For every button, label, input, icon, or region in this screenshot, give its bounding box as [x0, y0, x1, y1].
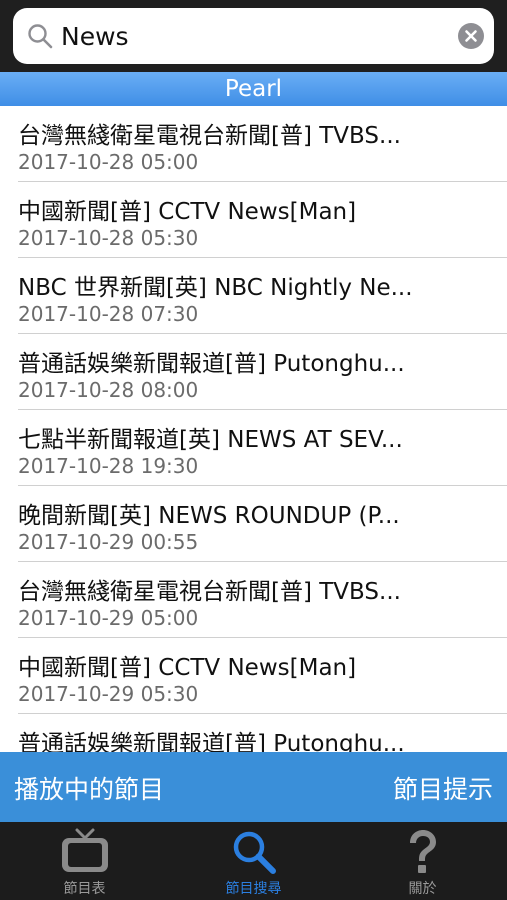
close-icon: [465, 30, 477, 42]
tab-label: 關於: [408, 881, 437, 897]
list-item[interactable]: 七點半新聞報道[英] NEWS AT SEV... 2017-10-28 19:…: [0, 410, 507, 486]
program-time: 2017-10-29 05:30: [18, 682, 199, 706]
program-time: 2017-10-28 08:00: [18, 378, 199, 402]
program-time: 2017-10-28 07:30: [18, 302, 199, 326]
question-icon: [409, 830, 436, 873]
program-time: 2017-10-28 05:00: [18, 150, 199, 174]
program-title: 七點半新聞報道[英] NEWS AT SEV...: [18, 427, 403, 453]
search-icon: [233, 831, 276, 874]
section-header: Pearl: [0, 72, 507, 106]
program-title: 普通話娛樂新聞報道[普] Putonghu...: [18, 731, 405, 752]
list-item[interactable]: 台灣無綫衛星電視台新聞[普] TVBS... 2017-10-28 05:00: [0, 106, 507, 182]
search-bar: [0, 0, 507, 72]
now-playing-button[interactable]: 播放中的節目: [14, 770, 164, 806]
list-item[interactable]: NBC 世界新聞[英] NBC Nightly Ne... 2017-10-28…: [0, 258, 507, 334]
program-time: 2017-10-29 00:55: [18, 530, 199, 554]
tab-about[interactable]: 關於: [338, 822, 507, 900]
clear-search-button[interactable]: [458, 23, 484, 49]
tv-icon: [61, 828, 108, 872]
list-item[interactable]: 普通話娛樂新聞報道[普] Putonghu... 2017-10-28 08:0…: [0, 334, 507, 410]
list-item[interactable]: 普通話娛樂新聞報道[普] Putonghu...: [0, 714, 507, 752]
list-item[interactable]: 中國新聞[普] CCTV News[Man] 2017-10-29 05:30: [0, 638, 507, 714]
program-title: NBC 世界新聞[英] NBC Nightly Ne...: [18, 275, 413, 301]
program-title: 普通話娛樂新聞報道[普] Putonghu...: [18, 351, 405, 377]
list-item[interactable]: 台灣無綫衛星電視台新聞[普] TVBS... 2017-10-29 05:00: [0, 562, 507, 638]
action-bar: 播放中的節目 節目提示: [0, 752, 507, 822]
program-title: 晚間新聞[英] NEWS ROUNDUP (P...: [18, 503, 400, 529]
program-time: 2017-10-29 05:00: [18, 606, 199, 630]
search-box[interactable]: [13, 8, 494, 64]
program-list[interactable]: 台灣無綫衛星電視台新聞[普] TVBS... 2017-10-28 05:00 …: [0, 106, 507, 752]
search-icon: [28, 24, 53, 49]
program-time: 2017-10-28 19:30: [18, 454, 199, 478]
tab-label: 節目表: [63, 881, 106, 897]
list-item[interactable]: 晚間新聞[英] NEWS ROUNDUP (P... 2017-10-29 00…: [0, 486, 507, 562]
program-title: 中國新聞[普] CCTV News[Man]: [18, 655, 357, 681]
program-title: 台灣無綫衛星電視台新聞[普] TVBS...: [18, 123, 401, 149]
program-title: 中國新聞[普] CCTV News[Man]: [18, 199, 357, 225]
program-reminder-button[interactable]: 節目提示: [393, 770, 493, 806]
tab-schedule[interactable]: 節目表: [0, 822, 169, 900]
program-time: 2017-10-28 05:30: [18, 226, 199, 250]
list-item[interactable]: 中國新聞[普] CCTV News[Man] 2017-10-28 05:30: [0, 182, 507, 258]
program-title: 台灣無綫衛星電視台新聞[普] TVBS...: [18, 579, 401, 605]
tab-bar: 節目表 節目搜尋 關於: [0, 822, 507, 900]
search-input[interactable]: [61, 18, 441, 54]
tab-label: 節目搜尋: [225, 881, 282, 897]
tab-search[interactable]: 節目搜尋: [169, 822, 338, 900]
